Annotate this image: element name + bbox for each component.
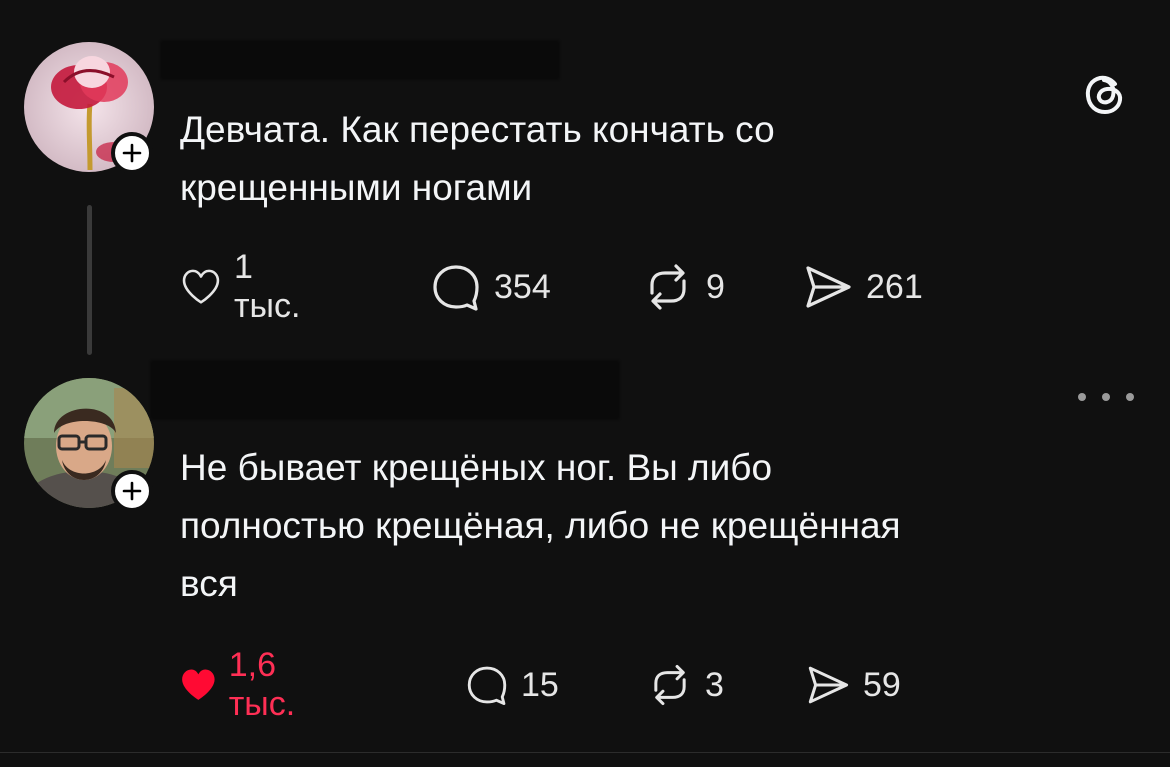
more-dot (1078, 393, 1086, 401)
repost-count: 3 (705, 665, 724, 704)
like-button[interactable]: 1 тыс. (180, 248, 310, 325)
divider (0, 752, 1170, 753)
reply-button[interactable]: 15 (465, 660, 559, 710)
reply-count: 354 (494, 267, 551, 306)
more-options-button[interactable] (1078, 385, 1134, 409)
post-text: Не бывает крещёных ног. Вы либо полность… (180, 447, 901, 604)
plus-icon (122, 143, 142, 163)
more-dot (1102, 393, 1110, 401)
repost-icon (654, 664, 686, 706)
send-icon (808, 666, 849, 704)
reply-count: 15 (521, 665, 559, 704)
follow-plus-button[interactable] (111, 132, 153, 174)
post-1: Девчата. Как перестать кончать со крещен… (0, 0, 1170, 370)
more-dot (1126, 393, 1134, 401)
repost-button[interactable]: 3 (647, 660, 724, 710)
share-count: 261 (866, 267, 923, 306)
comment-icon (467, 666, 507, 706)
post-text: Девчата. Как перестать кончать со крещен… (180, 109, 775, 208)
username-redacted (150, 360, 620, 420)
follow-plus-button[interactable] (111, 470, 153, 512)
heart-icon (182, 269, 220, 304)
like-count: 1 тыс. (233, 248, 301, 325)
plus-icon (122, 481, 142, 501)
post-2: Не бывает крещёных ног. Вы либо полность… (0, 360, 1170, 767)
comment-icon (433, 265, 479, 311)
send-icon (806, 266, 851, 308)
repost-count: 9 (706, 267, 725, 306)
share-count: 59 (863, 665, 901, 704)
reply-button[interactable]: 354 (430, 262, 551, 312)
repost-icon (650, 264, 686, 310)
like-button[interactable]: 1,6 тыс. (180, 646, 312, 723)
share-button[interactable]: 261 (802, 262, 923, 312)
heart-filled-icon (182, 669, 215, 700)
like-count: 1,6 тыс. (228, 646, 296, 723)
username-redacted (160, 40, 560, 80)
share-button[interactable]: 59 (805, 660, 901, 710)
repost-button[interactable]: 9 (642, 262, 725, 312)
thread-connector-line (87, 205, 92, 355)
